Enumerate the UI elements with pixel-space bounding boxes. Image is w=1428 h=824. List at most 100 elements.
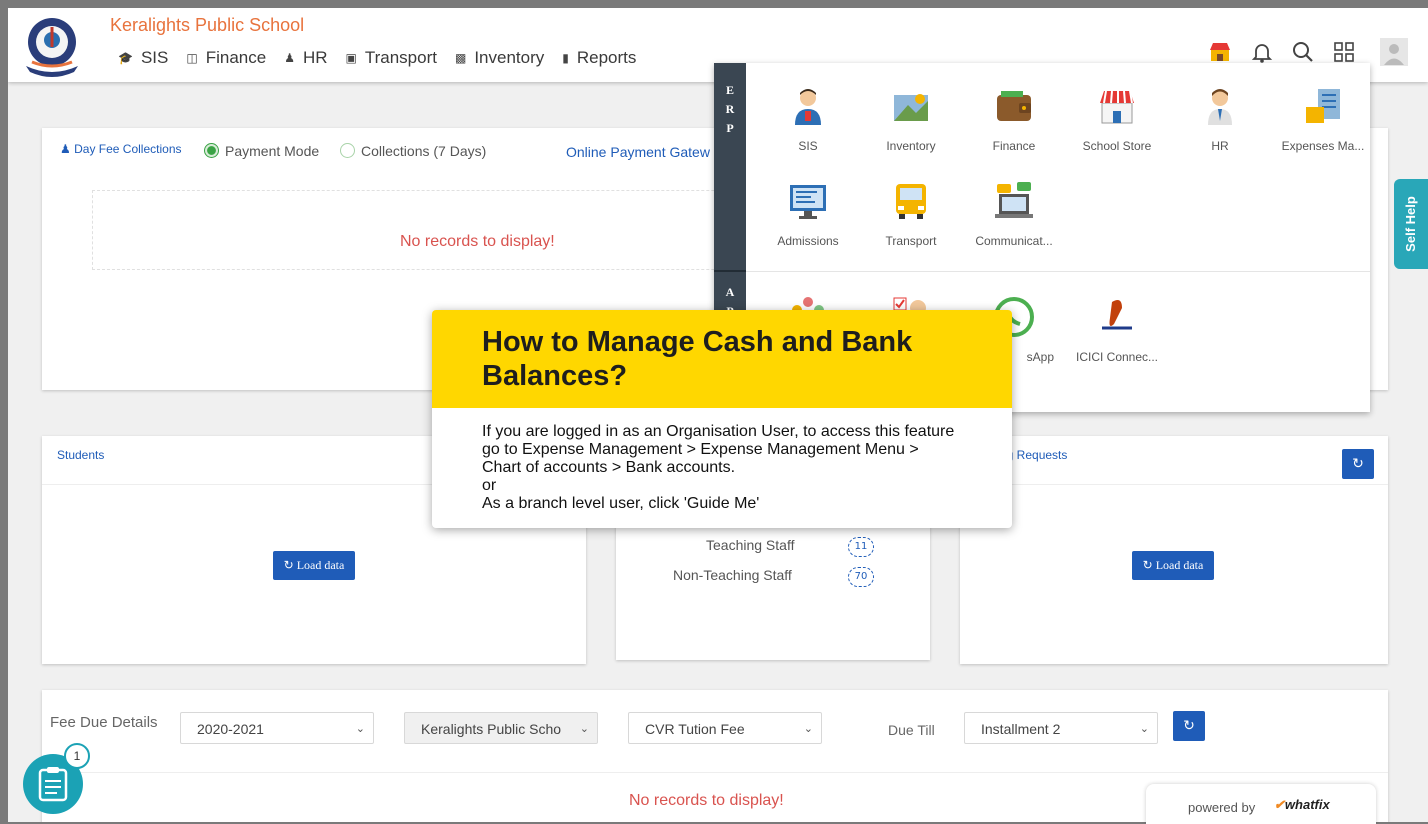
refresh-button[interactable]: ↻ [1342,449,1374,479]
monitor-icon [790,185,826,219]
brand-text: whatfix [1284,797,1330,812]
fee-collection-title-text: Day Fee Collections [74,142,182,156]
load-label: Load data [1155,558,1204,572]
popup-header: How to Manage Cash and Bank Balances? [432,310,1012,408]
main-nav: 🎓 SIS ◫ Finance ♟ HR ▣ Transport ▩ Inven… [118,48,636,68]
bell-icon[interactable] [1250,40,1274,64]
nonteaching-staff-count[interactable]: 70 [848,567,874,587]
powered-by-badge[interactable]: powered by ✔whatfix [1146,784,1376,824]
nav-hr[interactable]: ♟ HR [284,48,327,68]
app-label: Transport [885,234,937,248]
guide-popup: How to Manage Cash and Bank Balances? If… [432,310,1012,528]
app-label: Admissions [777,234,839,248]
app-label: ICICI Connec... [1075,350,1159,364]
task-count-badge: 1 [64,743,90,769]
app-admissions[interactable]: Admissions [758,180,858,260]
app-finance[interactable]: Finance [964,85,1064,165]
nav-reports[interactable]: ▮ Reports [562,48,636,68]
student-icon [795,89,821,125]
whatfix-logo: ✔whatfix [1274,797,1330,812]
installment-select[interactable]: Installment 2 ⌄ [964,712,1158,744]
refresh-icon: ↻ [283,558,294,572]
icici-logo-icon [1102,300,1132,330]
app-label: Expenses Ma... [1281,139,1365,153]
nav-label: SIS [140,48,169,67]
graduation-cap-icon: 🎓 [118,51,133,65]
section-divider [714,270,746,272]
chevron-down-icon: ⌄ [803,723,813,735]
nav-label: HR [302,48,328,67]
powered-by-text: powered by [1188,800,1256,815]
app-label: School Store [1082,139,1152,153]
app-icici-connect[interactable]: ICICI Connec... [1067,296,1167,376]
nav-transport[interactable]: ▣ Transport [346,48,437,68]
popup-line: If you are logged in as an Organisation … [482,423,955,440]
requests-load-button[interactable]: ↻ Load data [1132,551,1214,580]
app-communication[interactable]: Communicat... [964,180,1064,260]
school-logo[interactable] [22,12,82,78]
app-label: Finance [992,139,1036,153]
school-value: Keralights Public Scho [421,721,562,737]
app-hr[interactable]: HR [1170,85,1270,165]
nav-label: Finance [205,48,267,67]
fee-type-select[interactable]: CVR Tution Fee ⌄ [628,712,822,744]
person-icon: ♟ [60,142,71,156]
load-label: Load data [296,558,345,572]
avatar[interactable] [1380,38,1408,66]
year-select[interactable]: 2020-2021 ⌄ [180,712,374,744]
radio-label: Payment Mode [225,143,320,159]
online-gateway-link[interactable]: Online Payment Gatew [566,144,710,160]
drawer-divider [746,271,1370,272]
popup-line: or [482,477,497,494]
wallet-icon [997,91,1031,121]
refresh-icon: ↻ [1142,558,1153,572]
requests-card: ng Requests ↻ ↻ Load data [960,436,1388,664]
app-school-store[interactable]: School Store [1067,85,1167,165]
radio-on-icon [204,143,219,158]
bar-chart-icon: ▮ [562,51,569,65]
nav-label: Inventory [474,48,545,67]
popup-title: How to Manage Cash and Bank Balances? [482,326,913,392]
store-icon[interactable] [1208,40,1232,64]
nav-inventory[interactable]: ▩ Inventory [455,48,544,68]
popup-body: If you are logged in as an Organisation … [482,423,1002,513]
divider [42,772,1388,773]
radio-payment-mode[interactable]: Payment Mode [204,143,319,159]
app-transport[interactable]: Transport [861,180,961,260]
popup-line: Chart of accounts > Bank accounts. [482,459,736,476]
students-load-button[interactable]: ↻ Load data [273,551,355,580]
teaching-staff-count[interactable]: 11 [848,537,874,557]
chevron-down-icon: ⌄ [355,723,365,735]
search-icon[interactable] [1291,40,1315,64]
nav-finance[interactable]: ◫ Finance [186,48,266,68]
self-help-label: Self Help [1403,196,1418,252]
due-till-label: Due Till [888,722,935,738]
students-title: Students [57,448,105,462]
chevron-down-icon: ⌄ [579,723,589,735]
no-records-text: No records to display! [400,233,555,250]
school-select[interactable]: Keralights Public Scho ⌄ [404,712,598,744]
erp-section-label: ERP [725,83,735,135]
refresh-icon: ↻ [1183,718,1195,734]
app-sis[interactable]: SIS [758,85,858,165]
fee-type-value: CVR Tution Fee [645,721,745,737]
store-icon [1100,90,1134,124]
app-inventory[interactable]: Inventory [861,85,961,165]
user-icon: ♟ [284,51,295,65]
communication-icon [995,182,1033,218]
clipboard-icon [38,767,68,802]
self-help-tab[interactable]: Self Help [1394,179,1428,269]
radio-label: Collections (7 Days) [361,143,487,159]
apps-grid-icon[interactable] [1332,40,1356,64]
app-expenses[interactable]: Expenses Ma... [1273,85,1370,165]
radio-collections[interactable]: Collections (7 Days) [340,143,486,159]
school-name[interactable]: Keralights Public School [110,15,304,36]
expenses-icon [1306,89,1340,123]
fee-due-refresh-button[interactable]: ↻ [1173,711,1205,741]
nav-sis[interactable]: 🎓 SIS [118,48,168,68]
app-label: Communicat... [975,234,1053,248]
bus-icon: ▣ [345,51,357,65]
nav-label: Transport [364,48,437,67]
year-value: 2020-2021 [197,721,264,737]
popup-line: As a branch level user, click 'Guide Me' [482,495,760,512]
